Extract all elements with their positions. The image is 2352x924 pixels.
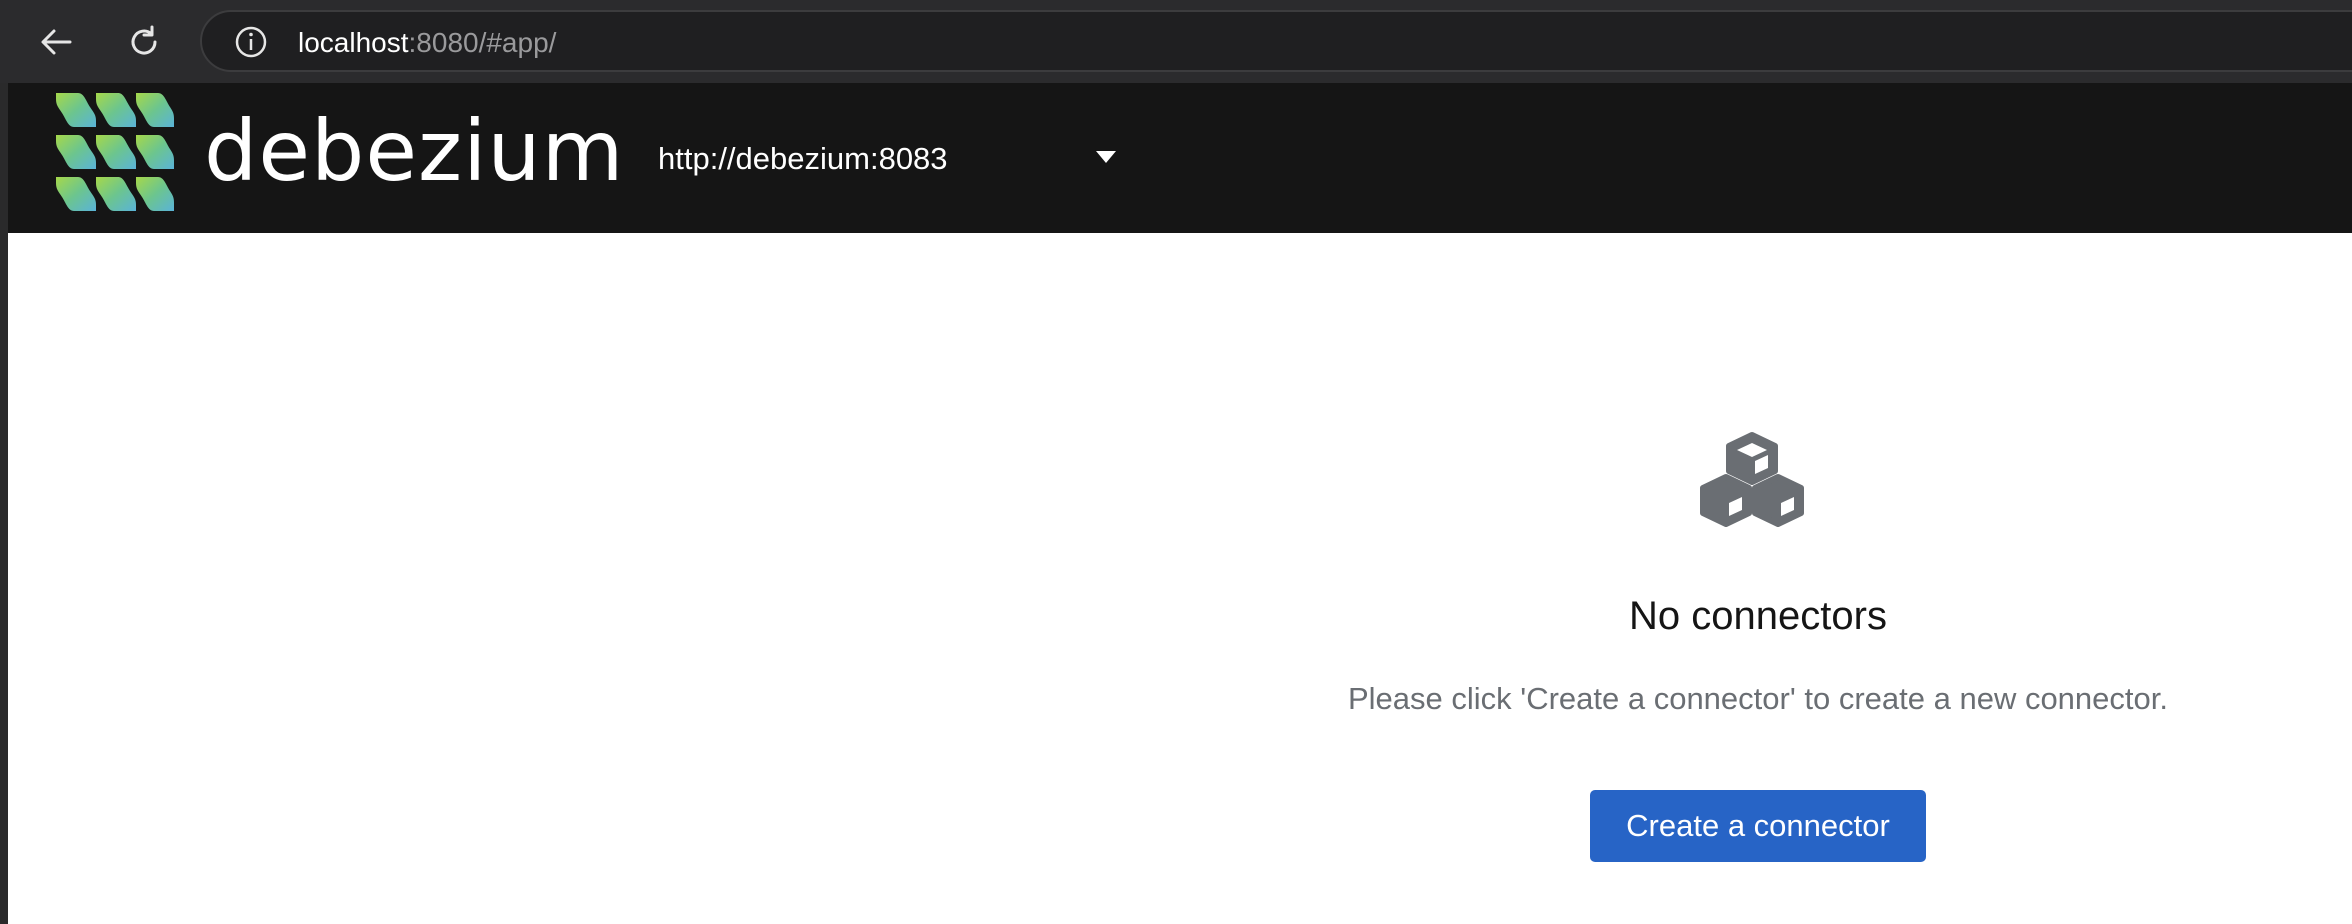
cluster-select[interactable]: http://debezium:8083: [648, 127, 1128, 189]
debezium-logo: [56, 93, 174, 211]
caret-down-icon: [1096, 151, 1116, 163]
reload-button[interactable]: [116, 14, 172, 70]
cubes-icon: [1700, 432, 1804, 527]
url-path: :8080/#app/: [408, 27, 557, 58]
empty-state: No connectors Please click 'Create a con…: [1158, 233, 2352, 883]
url-host: localhost: [298, 27, 409, 58]
cluster-select-value: http://debezium:8083: [658, 141, 948, 176]
browser-toolbar: localhost:8080/#app/: [0, 0, 2352, 83]
create-connector-button[interactable]: Create a connector: [1590, 790, 1926, 862]
app-header: debezium http://debezium:8083: [8, 83, 2352, 233]
reload-icon: [131, 25, 157, 55]
empty-state-body: Please click 'Create a connector' to cre…: [1347, 681, 2168, 716]
back-button[interactable]: [28, 14, 84, 70]
app-frame: debezium http://debezium:8083 No connect…: [8, 83, 2352, 924]
back-arrow-icon: [41, 29, 72, 55]
address-bar[interactable]: localhost:8080/#app/: [200, 10, 2352, 72]
brand-name: debezium: [204, 102, 625, 200]
empty-state-title: No connectors: [1629, 594, 1887, 638]
url-text[interactable]: localhost:8080/#app/: [298, 28, 556, 58]
info-icon[interactable]: [232, 23, 270, 61]
